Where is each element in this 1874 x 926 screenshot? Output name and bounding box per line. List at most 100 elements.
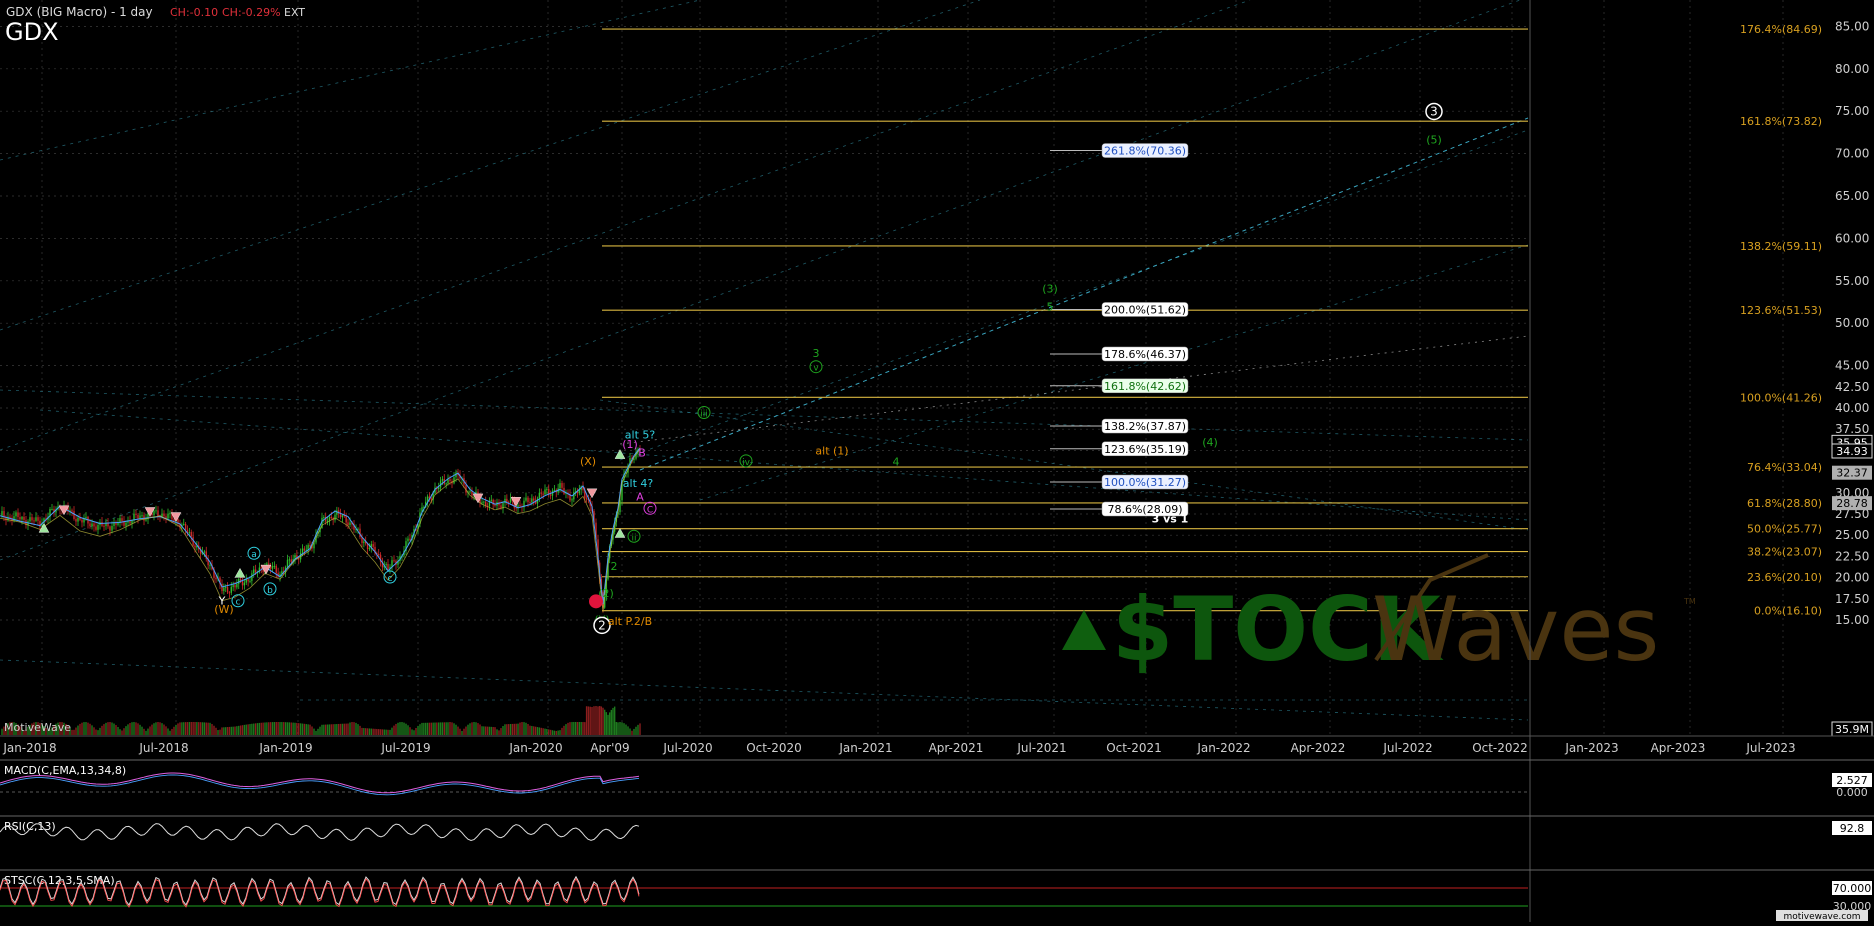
- volume-bar: [277, 722, 279, 735]
- time-tick-label: Jan-2018: [2, 741, 56, 755]
- volume-bar: [502, 726, 504, 735]
- volume-bar: [205, 722, 207, 735]
- volume-bar: [307, 724, 309, 735]
- volume-bar: [591, 707, 593, 735]
- volume-bar: [249, 724, 251, 735]
- volume-bar: [527, 723, 529, 735]
- volume-bar: [629, 728, 631, 735]
- volume-bar: [317, 728, 319, 735]
- volume-bar: [135, 722, 137, 735]
- volume-bar: [77, 725, 79, 735]
- volume-bar: [449, 722, 451, 735]
- candle-body: [155, 510, 157, 512]
- volume-bar: [363, 728, 365, 735]
- wave-label: 2: [611, 560, 618, 573]
- volume-bar: [355, 722, 357, 735]
- candle-body: [29, 517, 31, 522]
- volume-bar: [533, 726, 535, 735]
- candle-body: [21, 516, 23, 520]
- candle-body: [286, 559, 289, 568]
- volume-bar: [553, 730, 556, 735]
- volume-bar: [163, 724, 165, 735]
- volume-bar: [600, 706, 603, 735]
- volume-bar: [73, 729, 75, 735]
- candle-body: [253, 569, 255, 574]
- volume-bar: [203, 722, 206, 735]
- candle-body: [95, 526, 97, 530]
- volume-bar: [351, 722, 353, 735]
- volume-bar: [511, 723, 514, 735]
- volume-bar: [546, 729, 548, 735]
- volume-bar: [548, 729, 550, 735]
- wave-label-major: 2: [598, 618, 606, 632]
- volume-bar: [453, 723, 455, 735]
- volume-bar: [226, 727, 229, 735]
- indicator-tag: 92.8: [1840, 822, 1865, 835]
- wave-label-minor: v: [813, 364, 819, 374]
- volume-bar: [536, 727, 539, 735]
- volume-bar: [353, 722, 355, 735]
- volume-bar: [438, 722, 440, 735]
- volume-bar: [109, 722, 111, 735]
- volume-bar: [395, 723, 397, 735]
- candle-body: [303, 548, 306, 551]
- volume-bar: [469, 723, 471, 735]
- candle-body: [453, 477, 455, 484]
- volume-bar: [273, 722, 276, 735]
- time-tick-label: Jan-2022: [1196, 741, 1250, 755]
- wave-label-minor: a: [251, 550, 257, 560]
- candle-body: [85, 516, 87, 519]
- volume-bar: [217, 730, 219, 735]
- candle-body: [109, 526, 111, 531]
- price-tag: 34.93: [1836, 445, 1868, 458]
- volume-bar: [447, 722, 449, 735]
- volume-bar: [303, 723, 306, 735]
- wave-label: B: [638, 446, 646, 459]
- wave-label-minor: ii: [631, 533, 636, 543]
- candle-body: [71, 510, 73, 512]
- volume-bar: [540, 727, 542, 735]
- volume-bar: [436, 722, 438, 735]
- fib-level-label: 123.6%(51.53): [1740, 304, 1822, 317]
- chart-svg[interactable]: 176.4%(84.69) 161.8%(73.82) 138.2%(59.11) 1…: [0, 0, 1874, 922]
- volume-bar: [633, 728, 635, 735]
- volume-bar: [223, 727, 225, 735]
- candle-body: [121, 518, 123, 522]
- volume-bar: [523, 722, 525, 735]
- volume-bar: [467, 724, 469, 735]
- candle-body: [559, 483, 561, 489]
- time-tick-label: Jul-2020: [662, 741, 712, 755]
- volume-bar: [496, 729, 498, 735]
- volume-bar: [459, 728, 461, 735]
- volume-bar: [488, 726, 491, 735]
- volume-bar: [475, 722, 477, 735]
- volume-bar: [99, 727, 101, 735]
- volume-bar: [177, 723, 179, 735]
- volume-bar: [397, 722, 399, 735]
- volume-bar: [332, 724, 334, 735]
- fib-box-label: 138.2%(37.87): [1104, 420, 1186, 433]
- volume-bar: [207, 722, 209, 735]
- volume-bar: [123, 728, 125, 735]
- volume-bar: [323, 724, 325, 735]
- fib-level-label: 138.2%(59.11): [1740, 240, 1822, 253]
- volume-bar: [574, 722, 577, 735]
- volume-bar: [407, 725, 409, 735]
- candle-body: [531, 498, 533, 503]
- volume-bar: [542, 728, 544, 735]
- volume-bar: [192, 722, 194, 735]
- volume-bar: [232, 726, 234, 735]
- volume-bar: [129, 723, 131, 735]
- candle-body: [245, 579, 247, 583]
- volume-bar: [385, 729, 387, 735]
- wave-label: (5): [1426, 133, 1442, 146]
- fib-box-label: 123.6%(35.19): [1104, 443, 1186, 456]
- footer-url[interactable]: motivewave.com: [1784, 912, 1861, 922]
- candle-body: [542, 493, 544, 495]
- price-tick-label: 45.00: [1835, 359, 1869, 373]
- candle-body: [290, 559, 292, 563]
- candle-body: [529, 502, 531, 504]
- volume-bar: [615, 722, 618, 735]
- candle-body: [494, 504, 496, 506]
- candle-body: [241, 581, 244, 586]
